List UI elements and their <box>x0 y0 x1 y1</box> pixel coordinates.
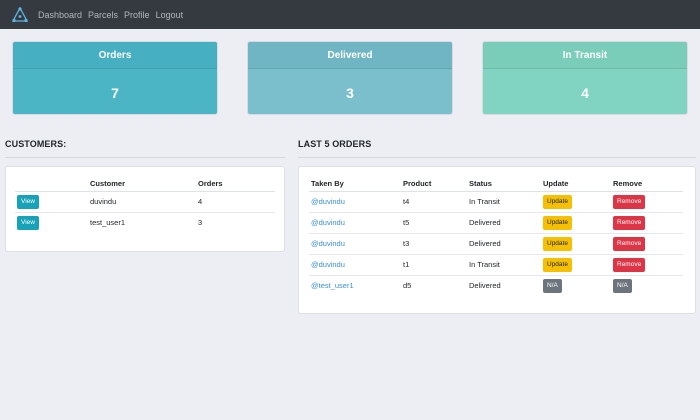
status-cell: In Transit <box>467 253 541 275</box>
customers-header-customer: Customer <box>88 176 196 192</box>
header-product: Product <box>401 176 467 192</box>
product-cell: t5 <box>401 211 467 233</box>
table-row: @duvindu t5 Delivered Update Remove <box>309 211 683 233</box>
customers-header-row: Customer Orders <box>15 176 275 192</box>
orders-card-value: 7 <box>13 69 217 114</box>
table-row: View test_user1 3 <box>15 211 275 233</box>
table-row: @test_user1 d5 Delivered N/A N/A <box>309 274 683 296</box>
update-button[interactable]: Update <box>543 236 572 251</box>
in-transit-card-value: 4 <box>483 69 687 114</box>
view-customer-button[interactable]: View <box>17 194 39 209</box>
customers-table: Customer Orders View duvindu 4 View test… <box>15 176 275 233</box>
delivered-card-value: 3 <box>248 69 452 114</box>
table-row: @duvindu t1 In Transit Update Remove <box>309 253 683 275</box>
header-remove: Remove <box>611 176 683 192</box>
remove-button[interactable]: Remove <box>613 257 646 272</box>
customer-orders: 3 <box>196 211 275 233</box>
status-cell: Delivered <box>467 211 541 233</box>
customers-header-action <box>15 176 88 192</box>
customers-panel: Customer Orders View duvindu 4 View test… <box>5 166 285 252</box>
last-orders-title: LAST 5 ORDERS <box>298 139 372 149</box>
taken-by-link[interactable]: @test_user1 <box>309 274 401 296</box>
taken-by-link[interactable]: @duvindu <box>309 253 401 275</box>
nav-link-parcels[interactable]: Parcels <box>88 10 118 20</box>
orders-card-label: Orders <box>13 42 217 69</box>
product-cell: d5 <box>401 274 467 296</box>
update-button[interactable]: Update <box>543 257 572 272</box>
logo-icon[interactable] <box>12 6 28 23</box>
table-row: @duvindu t3 Delivered Update Remove <box>309 232 683 254</box>
taken-by-link[interactable]: @duvindu <box>309 232 401 254</box>
status-cell: Delivered <box>467 274 541 296</box>
customers-divider <box>5 157 285 158</box>
header-update: Update <box>541 176 611 192</box>
delivered-card-label: Delivered <box>248 42 452 69</box>
nav-link-profile[interactable]: Profile <box>124 10 150 20</box>
status-cell: Delivered <box>467 232 541 254</box>
last-orders-divider <box>298 157 696 158</box>
in-transit-card: In Transit 4 <box>482 41 688 115</box>
navbar: Dashboard Parcels Profile Logout <box>0 0 700 29</box>
update-button[interactable]: Update <box>543 194 572 209</box>
nav-link-dashboard[interactable]: Dashboard <box>38 10 82 20</box>
remove-na-badge: N/A <box>613 278 632 293</box>
product-cell: t4 <box>401 190 467 212</box>
table-row: View duvindu 4 <box>15 190 275 212</box>
customer-name: test_user1 <box>88 211 196 233</box>
customers-header-orders: Orders <box>196 176 275 192</box>
product-cell: t3 <box>401 232 467 254</box>
header-taken-by: Taken By <box>309 176 401 192</box>
header-status: Status <box>467 176 541 192</box>
customer-name: duvindu <box>88 190 196 212</box>
last-orders-panel: Taken By Product Status Update Remove @d… <box>298 166 696 314</box>
taken-by-link[interactable]: @duvindu <box>309 190 401 212</box>
last-orders-table: Taken By Product Status Update Remove @d… <box>309 176 683 296</box>
remove-button[interactable]: Remove <box>613 194 646 209</box>
taken-by-link[interactable]: @duvindu <box>309 211 401 233</box>
status-cell: In Transit <box>467 190 541 212</box>
orders-card: Orders 7 <box>12 41 218 115</box>
product-cell: t1 <box>401 253 467 275</box>
last-orders-header-row: Taken By Product Status Update Remove <box>309 176 683 192</box>
table-row: @duvindu t4 In Transit Update Remove <box>309 190 683 212</box>
remove-button[interactable]: Remove <box>613 215 646 230</box>
view-customer-button[interactable]: View <box>17 215 39 230</box>
in-transit-card-label: In Transit <box>483 42 687 69</box>
customers-title: CUSTOMERS: <box>5 139 67 149</box>
remove-button[interactable]: Remove <box>613 236 646 251</box>
update-na-badge: N/A <box>543 278 562 293</box>
nav-link-logout[interactable]: Logout <box>156 10 184 20</box>
customer-orders: 4 <box>196 190 275 212</box>
update-button[interactable]: Update <box>543 215 572 230</box>
delivered-card: Delivered 3 <box>247 41 453 115</box>
